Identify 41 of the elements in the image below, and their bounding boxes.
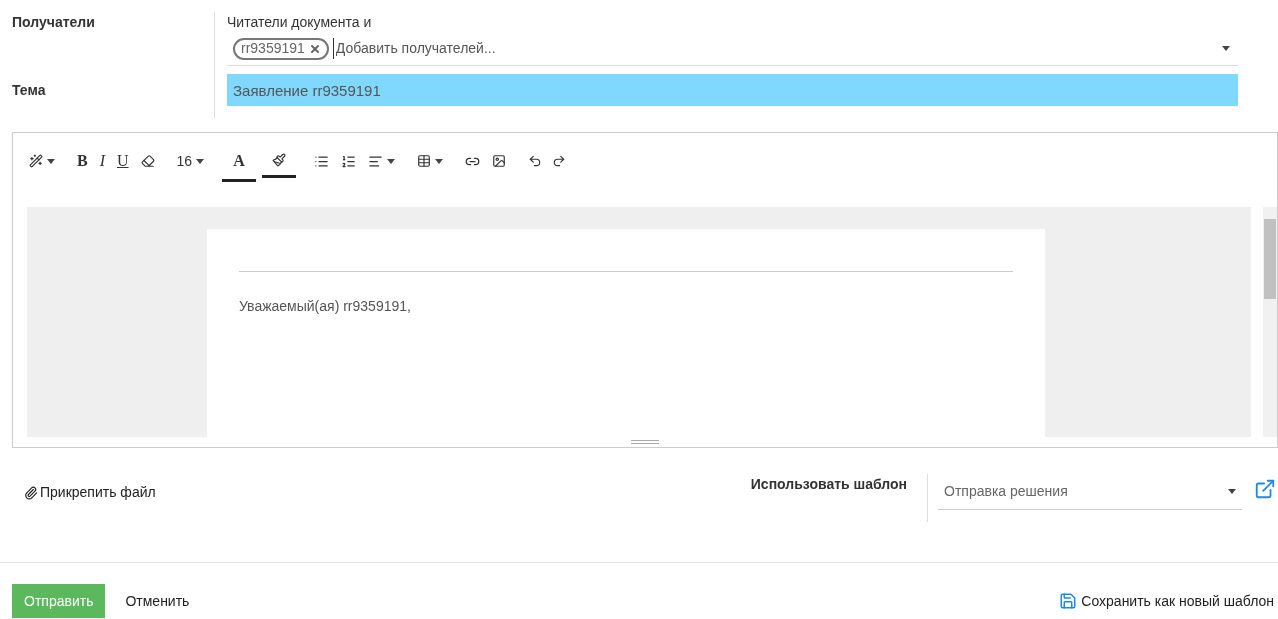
align-left-icon (368, 153, 384, 169)
underline-button[interactable]: U (113, 149, 133, 173)
magic-wand-icon (29, 154, 43, 168)
save-icon (1059, 592, 1078, 610)
template-label: Использовать шаблон (750, 475, 907, 494)
save-template-button[interactable]: Сохранить как новый шаблон (1059, 584, 1278, 618)
scrollbar[interactable] (1263, 207, 1277, 437)
paperclip-icon (24, 485, 38, 500)
letter-text: Уважаемый(ая) rr9359191, (239, 298, 411, 314)
recipients-input[interactable]: Добавить получателей... (332, 38, 1218, 59)
dropdown-caret-icon (1222, 46, 1230, 51)
caret-icon (1228, 489, 1236, 494)
background-color-button[interactable] (262, 152, 297, 178)
undo-icon (528, 154, 543, 168)
external-link-icon[interactable] (1254, 478, 1276, 500)
template-select[interactable]: Отправка решения (938, 474, 1242, 510)
numbered-list-icon (341, 153, 357, 169)
font-color-button[interactable]: A (222, 148, 257, 182)
bullet-list-icon (314, 153, 330, 169)
caret-icon (435, 158, 444, 164)
brush-icon (272, 152, 287, 167)
redo-icon (552, 154, 567, 168)
recipients-field[interactable]: rr9359191 Добавить получателей... (227, 32, 1238, 66)
document-page[interactable]: Уважаемый(ая) rr9359191, (207, 229, 1045, 437)
field-label: Тема (12, 81, 47, 100)
italic-button[interactable]: I (95, 149, 109, 173)
attach-file-link[interactable]: Прикрепить файл (24, 482, 156, 503)
table-icon (417, 154, 432, 168)
caret-icon (387, 158, 396, 164)
cancel-button[interactable]: Отменить (115, 584, 200, 618)
field-label: Получатели (12, 13, 96, 32)
caret-icon (196, 158, 205, 164)
font-size-button[interactable]: 16 (172, 150, 209, 172)
image-icon (492, 154, 507, 168)
recipient-tag: rr9359191 (233, 37, 329, 60)
remove-icon[interactable] (308, 42, 321, 55)
recipients-note: Читатели документа и (227, 13, 373, 32)
eraser-icon (140, 154, 155, 168)
caret-icon (47, 158, 55, 164)
subject-field[interactable]: Заявление rr9359191 (227, 74, 1238, 106)
bold-button[interactable]: B (73, 149, 92, 173)
